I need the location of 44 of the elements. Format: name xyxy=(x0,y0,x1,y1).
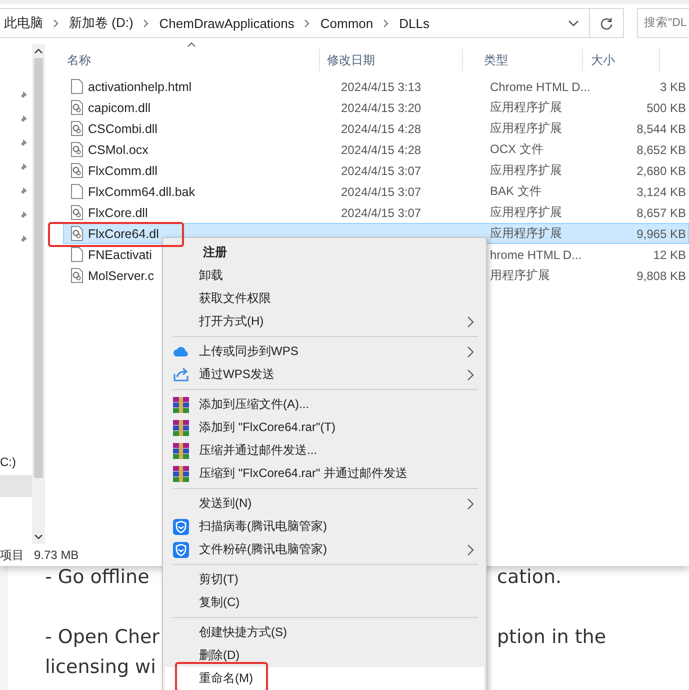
selection-size: 9.73 MB xyxy=(34,548,79,562)
modified-date: 2024/4/15 4:28 xyxy=(341,122,422,136)
file-size: 8,544 KB xyxy=(636,122,686,136)
file-size: 12 KB xyxy=(653,248,686,262)
file-type: BAK 文件 xyxy=(490,184,542,198)
file-name: FlxComm.dll xyxy=(88,164,158,178)
article-text: ption in the xyxy=(497,625,606,650)
file-size: 9,965 KB xyxy=(636,226,686,240)
modified-date: 2024/4/15 3:07 xyxy=(341,184,422,198)
file-name: FlxCore64.dl xyxy=(88,226,159,240)
file-type: 用程序扩展 xyxy=(490,268,550,282)
file-name: capicom.dll xyxy=(88,100,151,114)
file-size: 3 KB xyxy=(660,80,686,94)
file-name: MolServer.c xyxy=(88,268,154,282)
file-type: 应用程序扩展 xyxy=(490,100,562,114)
modified-date: 2024/4/15 4:28 xyxy=(341,142,422,156)
article-text: licensing wi xyxy=(45,655,157,680)
modified-date: 2024/4/15 3:07 xyxy=(341,164,422,178)
modified-date: 2024/4/15 3:07 xyxy=(341,206,422,220)
file-type: 应用程序扩展 xyxy=(490,121,562,135)
file-type: OCX 文件 xyxy=(490,142,544,156)
file-size: 2,680 KB xyxy=(636,164,686,178)
file-name: FlxComm64.dll.bak xyxy=(88,184,195,198)
file-size: 500 KB xyxy=(646,100,686,114)
article-text: - Go offline xyxy=(45,565,150,590)
file-name: FNEactivati xyxy=(88,248,152,262)
file-name: CSMol.ocx xyxy=(88,142,148,156)
file-type: 应用程序扩展 xyxy=(490,226,562,240)
modified-date: 2024/4/15 3:13 xyxy=(341,80,422,94)
file-type: hrome HTML D... xyxy=(490,248,582,262)
file-size: 8,652 KB xyxy=(636,142,686,156)
article-text: - Open Cher xyxy=(45,625,160,650)
file-type: 应用程序扩展 xyxy=(490,205,562,219)
item-count: 项目 xyxy=(0,546,24,564)
file-size: 8,657 KB xyxy=(636,206,686,220)
modified-date: 2024/4/15 3:20 xyxy=(341,100,422,114)
file-size: 3,124 KB xyxy=(636,184,686,198)
file-size: 9,808 KB xyxy=(636,268,686,282)
file-type: Chrome HTML D... xyxy=(490,80,590,94)
article-text: cation. xyxy=(497,565,562,590)
file-name: activationhelp.html xyxy=(88,80,192,94)
file-name: FlxCore.dll xyxy=(88,206,148,220)
file-name: CSCombi.dll xyxy=(88,122,158,136)
file-type: 应用程序扩展 xyxy=(490,163,562,177)
